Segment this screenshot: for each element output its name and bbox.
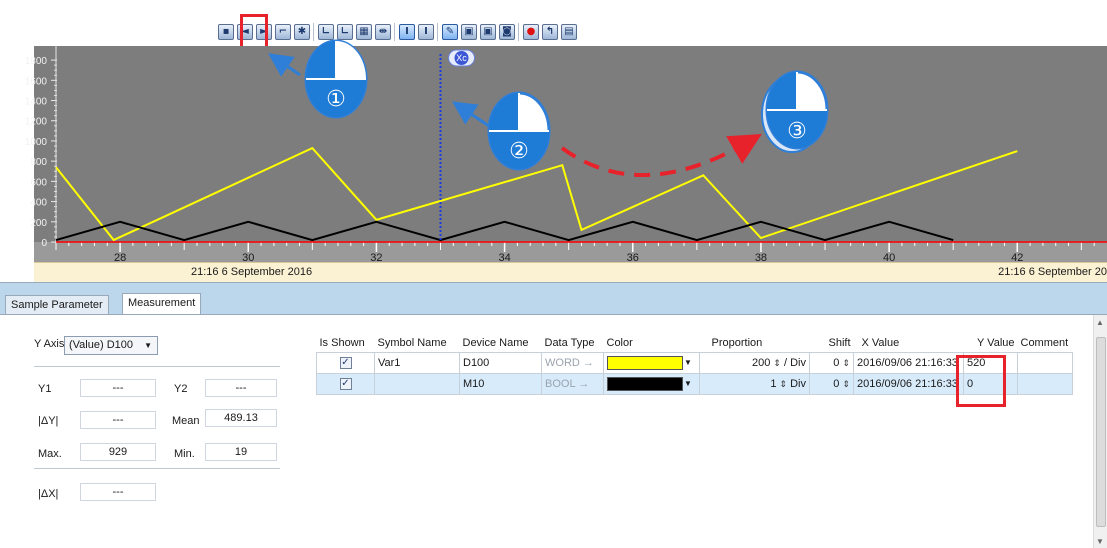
proportion-unit: Div <box>790 377 806 390</box>
delta-y-value: --- <box>80 411 156 429</box>
proportion-value: 200 <box>751 356 771 369</box>
callout-number-2: ② <box>509 139 529 164</box>
proportion-stepper[interactable]: 200 ⇕ / Div <box>699 351 810 374</box>
grid-header-row: Is Shown Symbol Name Device Name Data Ty… <box>316 334 1073 353</box>
header-data-type[interactable]: Data Type <box>541 334 604 353</box>
mean-value: 489.13 <box>205 409 277 427</box>
callout-arrow-2 <box>452 101 493 130</box>
scroll-down-icon[interactable]: ▼ <box>1096 537 1104 546</box>
is-shown-checkbox[interactable]: ✓ <box>339 357 352 369</box>
mouse-icon-1: ① <box>304 39 368 119</box>
divider <box>34 366 280 367</box>
header-symbol-name[interactable]: Symbol Name <box>374 334 460 353</box>
delta-x-value: --- <box>80 483 156 501</box>
mouse-icon-3: ③ <box>761 70 829 153</box>
spinner-icon[interactable]: ⇕ <box>780 379 788 389</box>
header-y-value[interactable]: Y Value <box>963 334 1018 353</box>
data-type-select[interactable]: BOOL → <box>541 372 604 395</box>
chevron-down-icon: ▼ <box>684 358 692 367</box>
max-value: 929 <box>80 443 156 461</box>
header-comment[interactable]: Comment <box>1017 334 1073 353</box>
chevron-down-icon: ▼ <box>684 379 692 388</box>
header-shift[interactable]: Shift <box>809 334 854 353</box>
shift-value: 0 <box>833 377 840 390</box>
delta-x-label: |ΔX| <box>38 488 59 500</box>
header-device-name[interactable]: Device Name <box>459 334 542 353</box>
device-name-cell[interactable]: D100 <box>459 351 542 374</box>
data-type-value: WORD <box>545 356 580 369</box>
color-picker[interactable]: ▼ <box>603 351 700 374</box>
color-swatch-yellow <box>607 355 683 370</box>
delta-y-label: |ΔY| <box>38 415 59 427</box>
spinner-icon[interactable]: ⇕ <box>842 379 850 389</box>
shift-value: 0 <box>833 356 840 369</box>
callout-number-1: ① <box>326 87 346 112</box>
spinner-icon[interactable]: ⇕ <box>773 358 781 368</box>
vertical-scrollbar[interactable]: ▲ ▼ <box>1093 315 1107 548</box>
proportion-value: 1 <box>770 377 777 390</box>
y1-label: Y1 <box>38 383 52 395</box>
callout-arrow-1 <box>268 53 301 77</box>
proportion-unit: / Div <box>784 356 806 369</box>
color-swatch-black <box>607 376 683 391</box>
symbol-name-cell[interactable]: Var1 <box>374 351 460 374</box>
symbol-name-cell[interactable] <box>374 372 460 395</box>
min-value: 19 <box>205 443 277 461</box>
y-axis-label: Y Axis <box>34 338 65 350</box>
min-label: Min. <box>174 448 195 460</box>
divider <box>34 468 280 469</box>
color-picker[interactable]: ▼ <box>603 372 700 395</box>
max-label: Max. <box>38 448 62 460</box>
y-axis-select[interactable]: (Value) D100 ▼ <box>64 336 158 355</box>
header-is-shown[interactable]: Is Shown <box>316 334 375 353</box>
y1-value: --- <box>80 379 156 397</box>
y2-value: --- <box>205 379 277 397</box>
header-color[interactable]: Color <box>603 334 700 353</box>
callout-arrow-3 <box>560 133 762 178</box>
y-value-highlight <box>956 355 1006 407</box>
callout-overlay: ① ② ③ <box>268 39 829 178</box>
chevron-down-icon: → <box>582 356 594 369</box>
shift-stepper[interactable]: 0 ⇕ <box>809 372 854 395</box>
data-type-value: BOOL <box>545 377 576 390</box>
mean-label: Mean <box>172 415 200 427</box>
mouse-icon-2: ② <box>487 91 551 171</box>
y-axis-select-value: (Value) D100 <box>69 339 133 351</box>
is-shown-checkbox[interactable]: ✓ <box>339 378 352 390</box>
callout-number-3: ③ <box>787 119 807 144</box>
proportion-stepper[interactable]: 1 ⇕ Div <box>699 372 810 395</box>
scroll-up-icon[interactable]: ▲ <box>1096 318 1104 327</box>
x-value-cell: 2016/09/06 21:16:33 <box>853 351 964 374</box>
header-proportion[interactable]: Proportion <box>699 334 810 353</box>
device-name-cell[interactable]: M10 <box>459 372 542 395</box>
trend-monitor-window: ▪ ◄ ► ⌐ ✱ ∟ ∟ ▦ ⇹ I I ✎ ▣ ▣ ◙ ● ↰ ▤ 0 200 400 600 800 1000 1200… <box>0 0 1107 548</box>
data-type-select[interactable]: WORD → <box>541 351 604 374</box>
comment-cell[interactable] <box>1017 351 1073 374</box>
header-x-value[interactable]: X Value <box>853 334 964 353</box>
scrollbar-thumb[interactable] <box>1096 337 1106 527</box>
chevron-down-icon: ▼ <box>144 341 152 350</box>
comment-cell[interactable] <box>1017 372 1073 395</box>
spinner-icon[interactable]: ⇕ <box>842 358 850 368</box>
shift-stepper[interactable]: 0 ⇕ <box>809 351 854 374</box>
measurement-panel: Y Axis (Value) D100 ▼ Y1 --- Y2 --- |ΔY|… <box>0 314 1107 548</box>
y2-label: Y2 <box>174 383 188 395</box>
chevron-down-icon: → <box>578 377 590 390</box>
x-value-cell: 2016/09/06 21:16:33 <box>853 372 964 395</box>
